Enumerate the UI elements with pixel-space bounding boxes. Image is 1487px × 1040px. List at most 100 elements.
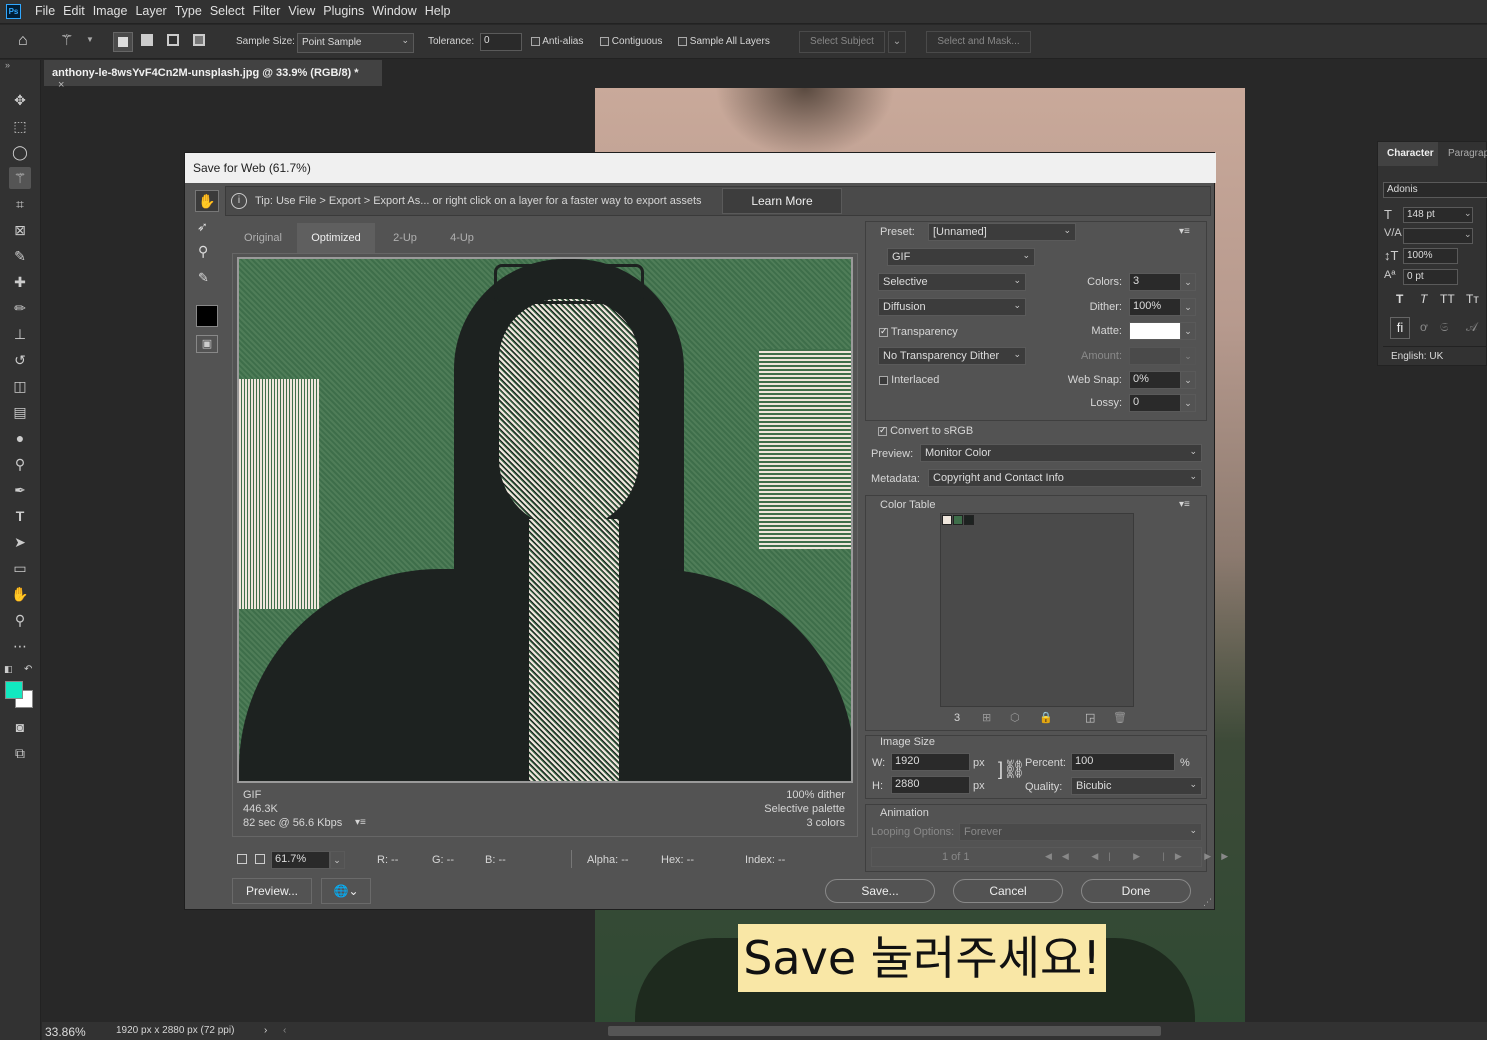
chevron-down-icon[interactable]: ⌄ xyxy=(1180,347,1196,365)
menu-file[interactable]: File xyxy=(34,4,62,18)
eraser-tool-icon[interactable]: ◫ xyxy=(9,375,31,397)
magic-wand-tool-icon[interactable]: ⚚ xyxy=(9,167,31,189)
optimized-preview-image[interactable] xyxy=(237,257,853,783)
small-caps-icon[interactable]: Tт xyxy=(1466,292,1479,306)
interlaced-checkbox[interactable]: Interlaced xyxy=(879,374,939,386)
pen-tool-icon[interactable]: ✒ xyxy=(9,479,31,501)
zoom-level[interactable]: 33.86% xyxy=(45,1025,86,1039)
chevron-down-icon[interactable]: ▼ xyxy=(86,35,94,44)
menu-layer[interactable]: Layer xyxy=(134,4,173,18)
color-swatch[interactable] xyxy=(964,515,974,525)
tab-paragraph[interactable]: Paragrap xyxy=(1440,142,1487,166)
amount-input[interactable] xyxy=(1129,347,1181,365)
chevron-down-icon[interactable]: ⌄ xyxy=(1180,394,1196,412)
color-swatch[interactable] xyxy=(953,515,963,525)
chevron-down-icon[interactable]: ⌄ xyxy=(1180,322,1196,340)
blur-tool-icon[interactable]: ● xyxy=(9,427,31,449)
add-color-icon[interactable]: ◲ xyxy=(1085,711,1095,724)
magic-wand-icon[interactable]: ⚚ xyxy=(60,31,73,49)
quality-dropdown[interactable]: Bicubic ⌄ xyxy=(1071,777,1202,795)
sample-all-layers-checkbox[interactable]: Sample All Layers xyxy=(678,36,770,47)
screen-mode-icon[interactable]: ⧉ xyxy=(9,742,31,764)
default-colors-icon[interactable]: ◧ xyxy=(4,664,13,675)
menu-view[interactable]: View xyxy=(287,4,322,18)
collapse-icon[interactable]: » xyxy=(5,60,10,70)
color-swatch[interactable] xyxy=(942,515,952,525)
matte-swatch[interactable] xyxy=(1129,322,1181,340)
frame-tool-icon[interactable]: ⊠ xyxy=(9,219,31,241)
link-dimensions-icon[interactable]: ]⛓ xyxy=(998,759,1026,780)
transparency-check[interactable] xyxy=(879,326,888,337)
lossy-input[interactable]: 0 xyxy=(1129,394,1181,412)
close-tab-icon[interactable]: × xyxy=(58,79,64,91)
rectangle-tool-icon[interactable]: ▭ xyxy=(9,557,31,579)
chevron-down-icon[interactable]: ⌄ xyxy=(1180,298,1196,316)
tab-character[interactable]: Character xyxy=(1378,142,1438,166)
hand-tool-icon[interactable]: ✋ xyxy=(195,190,219,212)
faux-italic-icon[interactable]: T xyxy=(1420,292,1427,306)
path-selection-icon[interactable]: ➤ xyxy=(9,531,31,553)
cancel-button[interactable]: Cancel xyxy=(953,879,1063,903)
color-table-grid[interactable] xyxy=(940,513,1134,707)
quick-mask-icon[interactable]: ◙ xyxy=(9,716,31,738)
color-reduction-dropdown[interactable]: Selective ⌄ xyxy=(878,273,1026,291)
dodge-tool-icon[interactable]: ⚲ xyxy=(9,453,31,475)
chevron-down-icon[interactable]: ⌄ xyxy=(1180,273,1196,291)
browser-preview-icon[interactable]: 🌐⌄ xyxy=(321,878,371,904)
more-tools-icon[interactable]: ⋯ xyxy=(9,635,31,657)
add-selection-icon[interactable] xyxy=(141,34,153,46)
metadata-dropdown[interactable]: Copyright and Contact Info ⌄ xyxy=(928,469,1202,487)
format-dropdown[interactable]: GIF ⌄ xyxy=(887,248,1035,266)
slice-select-icon[interactable]: ➶ xyxy=(197,219,208,235)
tab-2-up[interactable]: 2-Up xyxy=(378,223,432,253)
menu-type[interactable]: Type xyxy=(174,4,209,18)
marquee-tool-icon[interactable]: ⬚ xyxy=(9,115,31,137)
looping-dropdown[interactable]: Forever ⌄ xyxy=(959,823,1202,841)
preview-mode-dropdown[interactable]: Monitor Color ⌄ xyxy=(920,444,1202,462)
eyedropper-icon[interactable]: ✎ xyxy=(198,270,209,286)
transparency-dither-dropdown[interactable]: No Transparency Dither ⌄ xyxy=(878,347,1026,365)
swash-icon[interactable]: 𝔖 xyxy=(1440,320,1448,335)
delete-color-icon[interactable]: 🗑 xyxy=(1113,711,1127,724)
subtract-selection-icon[interactable] xyxy=(167,34,179,46)
ligatures-icon[interactable]: fi xyxy=(1390,317,1410,339)
optimize-menu-icon[interactable]: ▾≡ xyxy=(1179,226,1190,237)
select-subject-button[interactable]: Select Subject xyxy=(799,31,885,53)
chevron-down-icon[interactable]: ⌄ xyxy=(1180,371,1196,389)
chevron-down-icon[interactable]: ⌄ xyxy=(1464,208,1472,219)
type-tool-icon[interactable]: T xyxy=(9,505,31,527)
new-selection-icon[interactable] xyxy=(113,32,133,52)
zoom-tool-icon[interactable]: ⚲ xyxy=(9,609,31,631)
baseline-shift-input[interactable]: 0 pt xyxy=(1403,269,1458,285)
language-dropdown[interactable]: English: UK xyxy=(1383,346,1487,364)
select-and-mask-button[interactable]: Select and Mask... xyxy=(926,31,1031,53)
toggle-slices-icon[interactable]: ▣ xyxy=(196,335,218,353)
foreground-color-swatch[interactable] xyxy=(5,681,23,699)
chevron-left-icon[interactable]: ‹ xyxy=(283,1025,286,1036)
menu-image[interactable]: Image xyxy=(92,4,135,18)
menu-help[interactable]: Help xyxy=(424,4,458,18)
zoom-tool-icon[interactable]: ⚲ xyxy=(198,243,208,260)
web-shift-icon[interactable]: ⬡ xyxy=(1010,711,1020,724)
crop-tool-icon[interactable]: ⌗ xyxy=(9,193,31,215)
zoom-out-icon[interactable] xyxy=(237,854,247,864)
eyedropper-color-swatch[interactable] xyxy=(196,305,218,327)
all-caps-icon[interactable]: TT xyxy=(1440,292,1455,306)
menu-filter[interactable]: Filter xyxy=(252,4,288,18)
transparency-checkbox[interactable]: Transparency xyxy=(879,326,958,338)
zoom-level-input[interactable]: 61.7% xyxy=(271,851,331,869)
tab-original[interactable]: Original xyxy=(232,223,294,253)
web-snap-input[interactable]: 0% xyxy=(1129,371,1181,389)
font-family-input[interactable]: Adonis xyxy=(1383,182,1487,198)
width-input[interactable]: 1920 xyxy=(891,753,970,771)
percent-input[interactable]: 100 xyxy=(1071,753,1175,771)
interlaced-check[interactable] xyxy=(879,375,888,385)
preview-button[interactable]: Preview... xyxy=(232,878,312,904)
chevron-down-icon[interactable]: ⌄ xyxy=(888,31,906,53)
menu-select[interactable]: Select xyxy=(209,4,252,18)
vertical-scale-input[interactable]: 100% xyxy=(1403,248,1458,264)
menu-plugins[interactable]: Plugins xyxy=(322,4,371,18)
move-tool-icon[interactable]: ✥ xyxy=(9,89,31,111)
height-input[interactable]: 2880 xyxy=(891,776,970,794)
save-button[interactable]: Save... xyxy=(825,879,935,903)
